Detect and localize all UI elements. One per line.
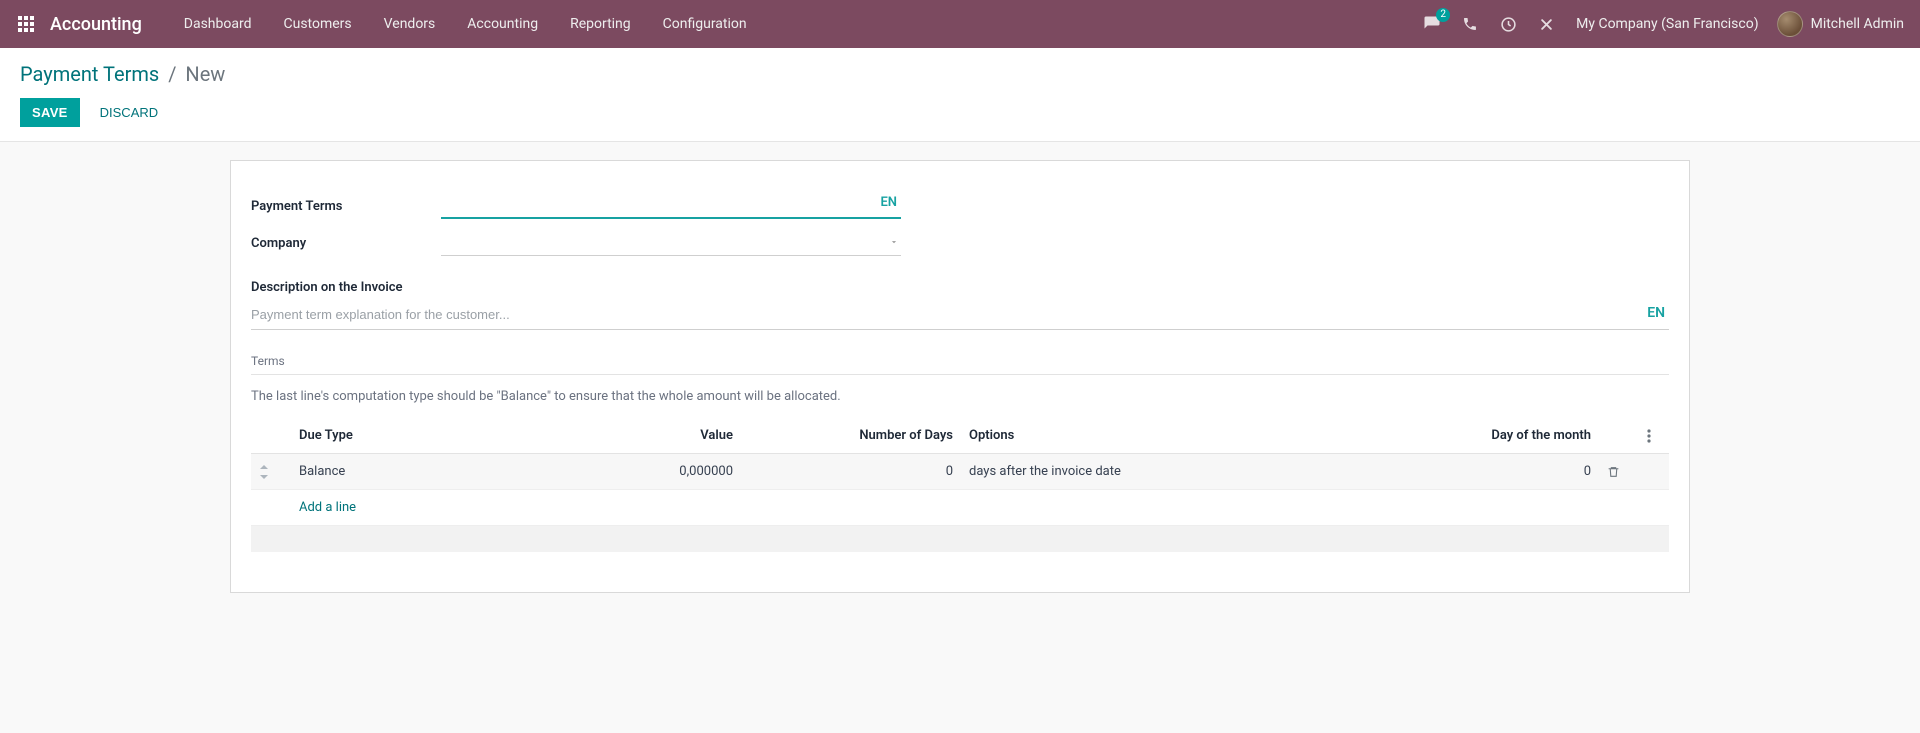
- breadcrumb: Payment Terms / New: [20, 62, 1900, 86]
- lang-button[interactable]: EN: [880, 195, 897, 210]
- field-description: EN: [251, 301, 1669, 330]
- navbar-right: 2 My Company (San Francisco) Mitchell Ad…: [1420, 11, 1904, 37]
- avatar: [1777, 11, 1803, 37]
- col-options[interactable]: Options: [961, 418, 1429, 454]
- cell-value[interactable]: 0,000000: [531, 454, 741, 490]
- user-menu[interactable]: Mitchell Admin: [1777, 11, 1904, 37]
- sheet-background: Payment Terms EN Company Description on …: [0, 142, 1920, 653]
- cell-due-type[interactable]: Balance: [291, 454, 531, 490]
- table-row-add: Add a line: [251, 490, 1669, 526]
- col-delete: [1599, 418, 1639, 454]
- kebab-icon[interactable]: [1647, 429, 1661, 443]
- field-company: [441, 231, 901, 256]
- menu-vendors[interactable]: Vendors: [370, 10, 450, 38]
- col-handle: [251, 418, 291, 454]
- nav-menu: Dashboard Customers Vendors Accounting R…: [170, 10, 761, 38]
- phone-icon[interactable]: [1458, 12, 1482, 36]
- app-title[interactable]: Accounting: [50, 14, 142, 35]
- close-icon[interactable]: [1534, 12, 1558, 36]
- user-name: Mitchell Admin: [1811, 16, 1904, 32]
- breadcrumb-current: New: [185, 62, 225, 86]
- payment-terms-input[interactable]: [441, 193, 901, 219]
- menu-configuration[interactable]: Configuration: [649, 10, 761, 38]
- terms-note: The last line's computation type should …: [251, 389, 1669, 404]
- chevron-down-icon[interactable]: [889, 237, 899, 247]
- row-company: Company: [251, 231, 1669, 256]
- clock-icon[interactable]: [1496, 12, 1520, 36]
- description-input[interactable]: [251, 307, 1621, 322]
- label-payment-terms: Payment Terms: [251, 199, 441, 214]
- menu-accounting[interactable]: Accounting: [453, 10, 552, 38]
- terms-section-title: Terms: [251, 354, 1669, 375]
- top-navbar: Accounting Dashboard Customers Vendors A…: [0, 0, 1920, 48]
- col-number-of-days[interactable]: Number of Days: [741, 418, 961, 454]
- lang-button[interactable]: EN: [1647, 305, 1665, 321]
- control-panel: Payment Terms / New SAVE DISCARD: [0, 48, 1920, 142]
- cp-buttons: SAVE DISCARD: [20, 98, 1900, 127]
- navbar-left: Accounting Dashboard Customers Vendors A…: [16, 10, 761, 38]
- col-kebab: [1639, 418, 1669, 454]
- menu-reporting[interactable]: Reporting: [556, 10, 645, 38]
- drag-handle-icon[interactable]: [259, 465, 283, 479]
- company-input[interactable]: [441, 231, 901, 256]
- terms-table: Due Type Value Number of Days Options Da…: [251, 418, 1669, 552]
- company-switcher[interactable]: My Company (San Francisco): [1572, 16, 1762, 32]
- menu-dashboard[interactable]: Dashboard: [170, 10, 266, 38]
- cell-options[interactable]: days after the invoice date: [961, 454, 1429, 490]
- field-payment-terms: EN: [441, 193, 901, 219]
- col-value[interactable]: Value: [531, 418, 741, 454]
- table-row[interactable]: Balance 0,000000 0 days after the invoic…: [251, 454, 1669, 490]
- trash-icon[interactable]: [1607, 465, 1631, 479]
- discard-button[interactable]: DISCARD: [88, 98, 171, 127]
- save-button[interactable]: SAVE: [20, 98, 80, 127]
- messages-badge: 2: [1436, 8, 1450, 22]
- breadcrumb-root[interactable]: Payment Terms: [20, 62, 159, 86]
- col-day-of-month[interactable]: Day of the month: [1429, 418, 1599, 454]
- cell-number-of-days[interactable]: 0: [741, 454, 961, 490]
- add-line-link[interactable]: Add a line: [299, 500, 356, 515]
- messaging-icon[interactable]: 2: [1420, 12, 1444, 36]
- row-payment-terms: Payment Terms EN: [251, 193, 1669, 219]
- table-footer: [251, 526, 1669, 552]
- menu-customers[interactable]: Customers: [270, 10, 366, 38]
- col-due-type[interactable]: Due Type: [291, 418, 531, 454]
- apps-icon[interactable]: [16, 14, 36, 34]
- label-company: Company: [251, 236, 441, 251]
- form-sheet: Payment Terms EN Company Description on …: [230, 160, 1690, 593]
- breadcrumb-separator: /: [168, 62, 176, 86]
- cell-day-of-month[interactable]: 0: [1429, 454, 1599, 490]
- label-description: Description on the Invoice: [251, 280, 1669, 295]
